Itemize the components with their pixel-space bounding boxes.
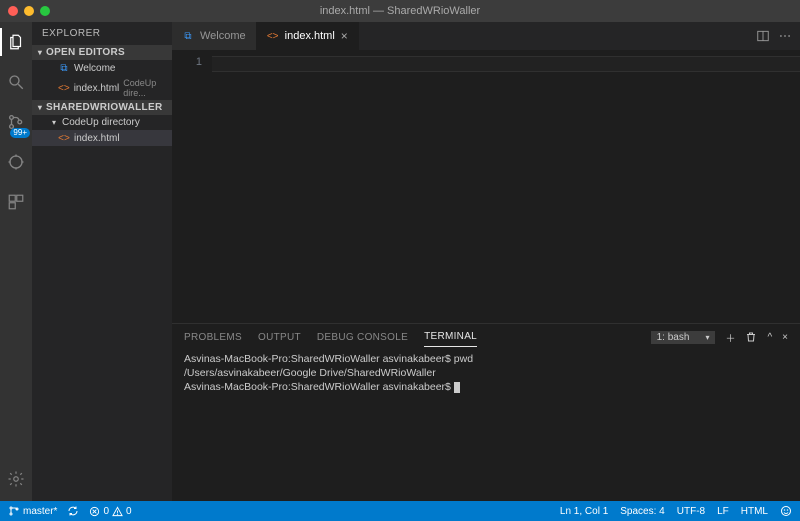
vscode-window: index.html — SharedWRioWaller 99+ (0, 0, 800, 521)
bottom-panel: PROBLEMS OUTPUT DEBUG CONSOLE TERMINAL 1… (172, 323, 800, 501)
branch-name: master* (23, 506, 57, 517)
open-editor-label: Welcome (74, 63, 116, 74)
scm-badge: 99+ (10, 128, 30, 138)
split-editor-button[interactable] (756, 29, 770, 43)
file-row-index[interactable]: <> index.html (32, 130, 172, 146)
tab-label: index.html (285, 30, 335, 42)
debug-icon (7, 153, 25, 171)
close-window-button[interactable] (8, 6, 18, 16)
window-title: index.html — SharedWRioWaller (320, 5, 480, 17)
extensions-tab[interactable] (0, 188, 32, 216)
more-actions-button[interactable] (778, 29, 792, 43)
debug-tab[interactable] (0, 148, 32, 176)
vscode-icon: ⧉ (182, 30, 194, 42)
window-controls (8, 6, 50, 16)
editor-body[interactable]: 1 (172, 50, 800, 323)
kill-terminal-button[interactable] (745, 331, 757, 343)
chevron-down-icon: ▾ (36, 48, 44, 57)
extensions-icon (7, 193, 25, 211)
open-editor-welcome[interactable]: ⧉ Welcome (32, 60, 172, 76)
code-area[interactable] (212, 50, 800, 323)
terminal-line: /Users/asvinakabeer/Google Drive/SharedW… (184, 367, 436, 379)
panel-tab-problems[interactable]: PROBLEMS (184, 328, 242, 347)
line-number: 1 (172, 56, 202, 68)
cursor-position[interactable]: Ln 1, Col 1 (560, 506, 608, 517)
open-editor-path: CodeUp dire... (123, 78, 168, 98)
workspace-label: SHAREDWRIOWALLER (46, 102, 162, 113)
feedback-button[interactable] (780, 505, 792, 517)
panel-tabs: PROBLEMS OUTPUT DEBUG CONSOLE TERMINAL 1… (172, 324, 800, 350)
error-count: 0 (103, 506, 109, 517)
html-icon: <> (58, 82, 70, 94)
panel-tab-debug[interactable]: DEBUG CONSOLE (317, 328, 408, 347)
settings-gear[interactable] (0, 465, 32, 493)
smiley-icon (780, 505, 792, 517)
panel-tab-output[interactable]: OUTPUT (258, 328, 301, 347)
open-editor-label: index.html (74, 83, 120, 94)
active-line (212, 56, 800, 72)
editor-area: ⧉ Welcome <> index.html × (172, 22, 800, 501)
terminal-line: Asvinas-MacBook-Pro:SharedWRioWaller asv… (184, 381, 454, 393)
folder-row[interactable]: ▾ CodeUp directory (32, 115, 172, 130)
maximize-window-button[interactable] (40, 6, 50, 16)
panel-tab-terminal[interactable]: TERMINAL (424, 327, 477, 347)
open-editor-index[interactable]: <> index.html CodeUp dire... (32, 76, 172, 100)
terminal-select-label: 1: bash (657, 332, 690, 343)
terminal-cursor (454, 382, 460, 393)
open-editors-header[interactable]: ▾ OPEN EDITORS (32, 45, 172, 60)
sidebar: EXPLORER ▾ OPEN EDITORS ⧉ Welcome <> ind… (32, 22, 172, 501)
terminal-body[interactable]: Asvinas-MacBook-Pro:SharedWRioWaller asv… (172, 350, 800, 501)
sync-icon (67, 505, 79, 517)
gear-icon (7, 470, 25, 488)
explorer-tab[interactable] (0, 28, 32, 56)
maximize-panel-button[interactable]: ^ (767, 332, 772, 343)
tab-actions (756, 22, 800, 50)
editor-tabs: ⧉ Welcome <> index.html × (172, 22, 800, 50)
problems-status[interactable]: 0 0 (89, 506, 131, 517)
vscode-icon: ⧉ (58, 62, 70, 74)
folder-label: CodeUp directory (62, 117, 140, 128)
terminal-line: Asvinas-MacBook-Pro:SharedWRioWaller asv… (184, 353, 473, 365)
chevron-down-icon: ▾ (36, 103, 44, 112)
tab-welcome[interactable]: ⧉ Welcome (172, 22, 257, 50)
open-editors-label: OPEN EDITORS (46, 47, 125, 58)
chevron-down-icon: ▾ (50, 118, 58, 127)
error-icon (89, 506, 100, 517)
titlebar: index.html — SharedWRioWaller (0, 0, 800, 22)
language-mode[interactable]: HTML (741, 506, 768, 517)
tab-index[interactable]: <> index.html × (257, 22, 359, 50)
search-icon (7, 73, 25, 91)
sidebar-title: EXPLORER (32, 22, 172, 45)
line-gutter: 1 (172, 50, 212, 323)
file-label: index.html (74, 133, 120, 144)
warning-icon (112, 506, 123, 517)
tab-label: Welcome (200, 30, 246, 42)
minimize-window-button[interactable] (24, 6, 34, 16)
activity-bar: 99+ (0, 22, 32, 501)
close-panel-button[interactable]: × (782, 332, 788, 343)
indent-status[interactable]: Spaces: 4 (620, 506, 664, 517)
split-icon (756, 29, 770, 43)
main-area: 99+ EXPLORER ▾ OPEN EDITORS ⧉ Welcome (0, 22, 800, 501)
source-control-tab[interactable]: 99+ (0, 108, 32, 136)
branch-icon (8, 505, 20, 517)
search-tab[interactable] (0, 68, 32, 96)
git-branch-status[interactable]: master* (8, 505, 57, 517)
dropdown-icon: ▾ (705, 333, 709, 342)
new-terminal-button[interactable]: ＋ (725, 330, 735, 345)
close-tab-button[interactable]: × (341, 29, 348, 43)
ellipsis-icon (778, 29, 792, 43)
encoding-status[interactable]: UTF-8 (677, 506, 705, 517)
terminal-select[interactable]: 1: bash ▾ (651, 331, 716, 344)
trash-icon (745, 331, 757, 343)
files-icon (7, 33, 25, 51)
status-bar: master* 0 0 Ln 1, Col 1 Spaces: 4 UTF-8 … (0, 501, 800, 521)
html-icon: <> (58, 132, 70, 144)
sync-status[interactable] (67, 505, 79, 517)
workspace-header[interactable]: ▾ SHAREDWRIOWALLER (32, 100, 172, 115)
warning-count: 0 (126, 506, 132, 517)
eol-status[interactable]: LF (717, 506, 729, 517)
html-icon: <> (267, 30, 279, 42)
